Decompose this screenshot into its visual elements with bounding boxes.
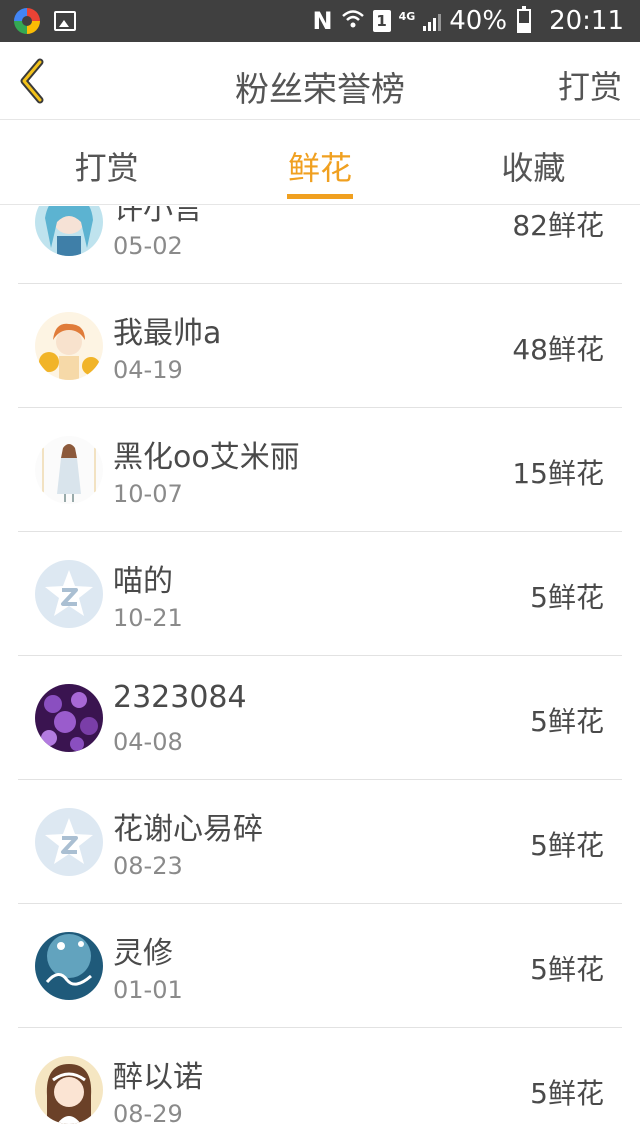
fan-date: 05-02	[113, 232, 183, 260]
fan-name: 喵的	[113, 564, 173, 599]
list-item[interactable]: 喵的 10-21 5鲜花	[18, 532, 622, 656]
list-item[interactable]: 醉以诺 08-29 5鲜花	[18, 1028, 622, 1138]
fan-name: 醉以诺	[113, 1060, 203, 1095]
network-type-label: 4G	[398, 9, 416, 23]
flower-count: 5鲜花	[530, 1077, 604, 1110]
active-tab-indicator	[286, 194, 353, 199]
flower-count: 5鲜花	[530, 953, 604, 986]
fan-name: 许小言	[113, 206, 203, 227]
flower-count: 5鲜花	[530, 705, 604, 738]
sunflower-girl-avatar[interactable]	[35, 312, 103, 380]
flower-count: 48鲜花	[512, 333, 604, 366]
default-star-avatar[interactable]	[35, 808, 103, 876]
fan-date: 08-29	[113, 1100, 183, 1128]
status-bar: N 1 4G 40% 20:11	[0, 0, 640, 42]
fan-date: 01-01	[113, 976, 183, 1004]
blue-calligraphy-avatar[interactable]	[35, 932, 103, 1000]
tab-reward[interactable]: 打赏	[0, 121, 213, 204]
tab-bar: 打赏 鲜花 收藏	[0, 121, 640, 205]
list-item[interactable]: 黑化oo艾米丽 10-07 15鲜花	[18, 408, 622, 532]
battery-icon	[517, 6, 532, 33]
status-right: N 1 4G 40% 20:11	[312, 6, 624, 36]
flower-count: 15鲜花	[512, 457, 604, 490]
fan-list[interactable]: 许小言 05-02 82鲜花 我最帅a 04-19 48鲜花 黑化oo艾米丽 1…	[18, 206, 622, 1138]
flower-count: 82鲜花	[512, 209, 604, 242]
fan-date: 10-21	[113, 604, 183, 632]
purple-flowers-avatar[interactable]	[35, 684, 103, 752]
tab-flowers[interactable]: 鲜花	[213, 121, 426, 204]
reward-button[interactable]: 打赏	[558, 62, 622, 108]
app-logo-icon	[14, 8, 40, 34]
fan-date: 04-19	[113, 356, 183, 384]
tab-label: 收藏	[501, 149, 566, 187]
fan-date: 08-23	[113, 852, 183, 880]
fan-name: 2323084	[113, 680, 247, 715]
fan-date: 10-07	[113, 480, 183, 508]
list-item[interactable]: 许小言 05-02 82鲜花	[18, 206, 622, 284]
page-title: 粉丝荣誉榜	[235, 70, 405, 110]
status-left	[14, 8, 76, 34]
fan-name: 黑化oo艾米丽	[113, 440, 300, 475]
gallery-icon	[54, 11, 76, 31]
anime-girl-blue-avatar[interactable]	[35, 206, 103, 256]
list-item[interactable]: 灵修 01-01 5鲜花	[18, 904, 622, 1028]
list-item[interactable]: 2323084 04-08 5鲜花	[18, 656, 622, 780]
list-item[interactable]: 花谢心易碎 08-23 5鲜花	[18, 780, 622, 904]
list-item[interactable]: 我最帅a 04-19 48鲜花	[18, 284, 622, 408]
girl-headband-avatar[interactable]	[35, 1056, 103, 1124]
flower-count: 5鲜花	[530, 581, 604, 614]
clock: 20:11	[549, 6, 624, 36]
fan-name: 我最帅a	[113, 316, 222, 351]
fan-name: 花谢心易碎	[113, 812, 263, 847]
tab-label: 打赏	[74, 149, 139, 187]
battery-percent: 40%	[449, 6, 508, 36]
flower-count: 5鲜花	[530, 829, 604, 862]
sim-icon: 1	[372, 10, 391, 32]
fan-date: 04-08	[113, 728, 183, 756]
app-header: 粉丝荣誉榜 打赏	[0, 42, 640, 120]
default-star-avatar[interactable]	[35, 560, 103, 628]
standing-figure-avatar[interactable]	[35, 436, 103, 504]
tab-label: 鲜花	[287, 149, 352, 187]
signal-icon	[423, 11, 442, 31]
nfc-icon: N	[312, 7, 333, 35]
wifi-icon	[341, 8, 365, 35]
tab-collections[interactable]: 收藏	[427, 121, 640, 204]
fan-name: 灵修	[113, 936, 173, 971]
